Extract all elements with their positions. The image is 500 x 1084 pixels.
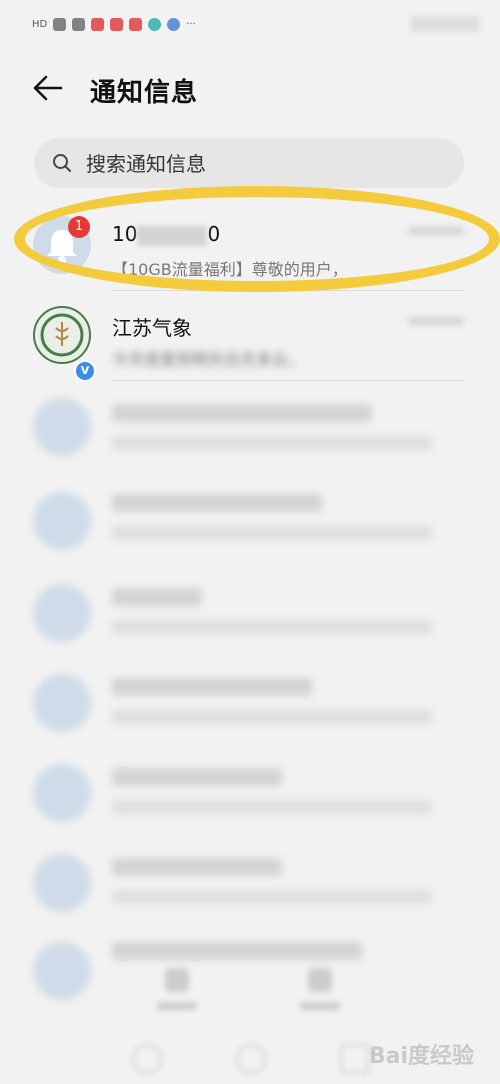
avatar: [33, 492, 91, 550]
message-item[interactable]: [0, 478, 500, 568]
message-item[interactable]: [0, 752, 500, 842]
unread-badge: 1: [68, 216, 90, 238]
message-time: [408, 226, 464, 236]
avatar: [33, 584, 91, 642]
message-item[interactable]: [0, 388, 500, 478]
message-sender: 江苏气象: [112, 316, 192, 340]
message-preview: 【10GB流量福利】尊敬的用户，: [112, 260, 348, 279]
avatar: [33, 764, 91, 822]
status-bar: HD ···: [0, 0, 500, 52]
wifi-icon: [72, 18, 86, 31]
divider: [112, 380, 464, 381]
avatar: [33, 306, 91, 364]
nav-icon[interactable]: [308, 968, 332, 992]
message-item[interactable]: 1 10 0 【10GB流量福利】尊敬的用户，: [0, 200, 500, 290]
weibo-icon: [91, 18, 105, 31]
message-item[interactable]: V 江苏气象 今天夜里到明天白天多云，: [0, 300, 500, 390]
home-nav-icon[interactable]: [236, 1044, 266, 1074]
divider: [112, 290, 464, 291]
watermark: Bai度经验: [368, 1044, 474, 1069]
back-nav-icon[interactable]: [132, 1044, 162, 1074]
header: 通知信息: [0, 60, 500, 116]
avatar: [33, 398, 91, 456]
verified-icon: V: [74, 360, 96, 382]
app-icon: [129, 18, 143, 31]
app-icon: [110, 18, 124, 31]
more-notifications: ···: [186, 19, 196, 30]
app-icon: [148, 18, 162, 31]
page-title: 通知信息: [90, 78, 199, 108]
message-preview: 今天夜里到明天白天多云，: [112, 350, 305, 369]
music-icon: [167, 18, 181, 31]
message-item[interactable]: [0, 842, 500, 932]
battery-icon: [410, 16, 480, 32]
message-time: [408, 316, 464, 326]
nav-icon[interactable]: [165, 968, 189, 992]
back-button[interactable]: [30, 70, 66, 106]
recents-nav-icon[interactable]: [340, 1044, 370, 1074]
search-input[interactable]: [84, 138, 448, 190]
arrow-left-icon: [33, 75, 63, 101]
message-sender: 10 0: [112, 222, 221, 246]
message-item[interactable]: [0, 662, 500, 752]
search-icon: [53, 154, 71, 172]
signal-icon: [53, 18, 67, 31]
search-bar[interactable]: [34, 138, 464, 190]
bottom-nav: [0, 960, 500, 1020]
avatar: [33, 674, 91, 732]
avatar: [33, 854, 91, 912]
message-item[interactable]: [0, 572, 500, 662]
network-label: HD: [32, 19, 48, 30]
weather-logo-icon: [40, 313, 84, 357]
